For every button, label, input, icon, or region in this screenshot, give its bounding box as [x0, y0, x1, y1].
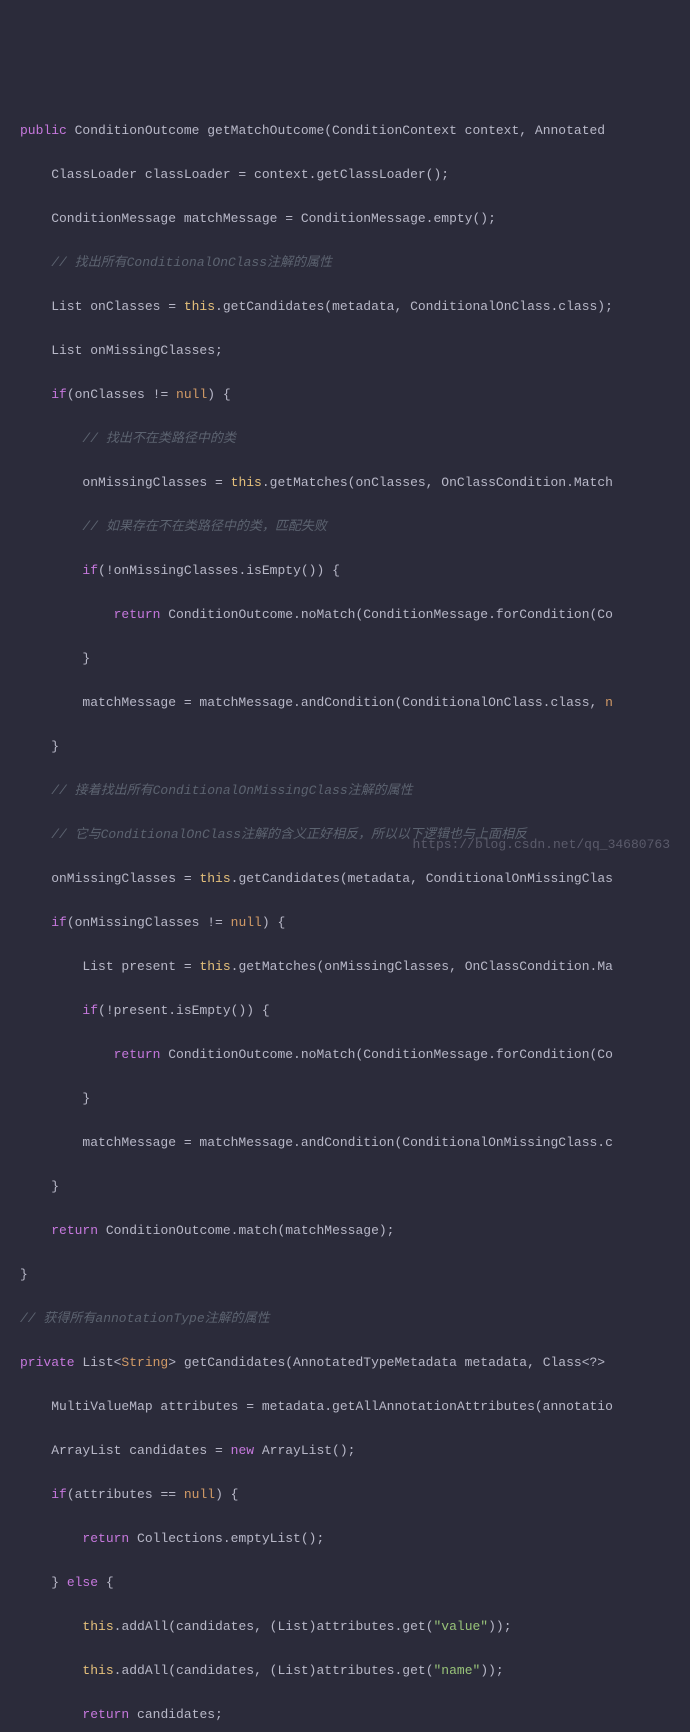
keyword-if: if — [82, 563, 98, 578]
code-line: ClassLoader classLoader = context.getCla… — [20, 164, 690, 186]
code-line: } — [20, 1176, 690, 1198]
keyword-this: this — [184, 299, 215, 314]
code-comment: // 接着找出所有ConditionalOnMissingClass注解的属性 — [20, 780, 690, 802]
code-line: private List<String> getCandidates(Annot… — [20, 1352, 690, 1374]
code-line: return ConditionOutcome.noMatch(Conditio… — [20, 604, 690, 626]
code-line: return ConditionOutcome.match(matchMessa… — [20, 1220, 690, 1242]
code-comment: // 找出不在类路径中的类 — [20, 428, 690, 450]
keyword-return: return — [114, 1047, 161, 1062]
code-comment: // 如果存在不在类路径中的类，匹配失败 — [20, 516, 690, 538]
code-line: if(onClasses != null) { — [20, 384, 690, 406]
keyword-return: return — [114, 607, 161, 622]
code-line: if(!present.isEmpty()) { — [20, 1000, 690, 1022]
code-line: } — [20, 1264, 690, 1286]
keyword-private: private — [20, 1355, 75, 1370]
code-line: ArrayList candidates = new ArrayList(); — [20, 1440, 690, 1462]
code-line: matchMessage = matchMessage.andCondition… — [20, 692, 690, 714]
code-line: public ConditionOutcome getMatchOutcome(… — [20, 120, 690, 142]
code-line: return Collections.emptyList(); — [20, 1528, 690, 1550]
code-line: onMissingClasses = this.getMatches(onCla… — [20, 472, 690, 494]
code-line: onMissingClasses = this.getCandidates(me… — [20, 868, 690, 890]
code-line: List present = this.getMatches(onMissing… — [20, 956, 690, 978]
code-line: if(onMissingClasses != null) { — [20, 912, 690, 934]
keyword-return: return — [51, 1223, 98, 1238]
string-literal: "value" — [434, 1619, 489, 1634]
keyword-if: if — [51, 1487, 67, 1502]
code-line: return candidates; — [20, 1704, 690, 1726]
code-line: List onClasses = this.getCandidates(meta… — [20, 296, 690, 318]
code-line: List onMissingClasses; — [20, 340, 690, 362]
keyword-this: this — [231, 475, 262, 490]
code-line: return ConditionOutcome.noMatch(Conditio… — [20, 1044, 690, 1066]
watermark-text: https://blog.csdn.net/qq_34680763 — [413, 834, 670, 856]
keyword-public: public — [20, 123, 67, 138]
code-line: matchMessage = matchMessage.andCondition… — [20, 1132, 690, 1154]
keyword-this: this — [82, 1619, 113, 1634]
keyword-this: this — [199, 871, 230, 886]
keyword-if: if — [51, 915, 67, 930]
type-string: String — [121, 1355, 168, 1370]
code-line: } — [20, 648, 690, 670]
code-line: MultiValueMap attributes = metadata.getA… — [20, 1396, 690, 1418]
code-line: } — [20, 736, 690, 758]
code-line: if(attributes == null) { — [20, 1484, 690, 1506]
keyword-if: if — [51, 387, 67, 402]
keyword-else: else — [67, 1575, 98, 1590]
keyword-return: return — [82, 1707, 129, 1722]
code-comment: // 获得所有annotationType注解的属性 — [20, 1308, 690, 1330]
keyword-null: null — [176, 387, 207, 402]
code-line: ConditionMessage matchMessage = Conditio… — [20, 208, 690, 230]
code-line: } else { — [20, 1572, 690, 1594]
code-block: public ConditionOutcome getMatchOutcome(… — [20, 98, 690, 1732]
code-line: if(!onMissingClasses.isEmpty()) { — [20, 560, 690, 582]
keyword-new: new — [231, 1443, 254, 1458]
keyword-null: null — [231, 915, 262, 930]
keyword-if: if — [82, 1003, 98, 1018]
code-line: } — [20, 1088, 690, 1110]
string-literal: "name" — [434, 1663, 481, 1678]
code-comment: // 找出所有ConditionalOnClass注解的属性 — [20, 252, 690, 274]
code-line: this.addAll(candidates, (List)attributes… — [20, 1660, 690, 1682]
keyword-return: return — [82, 1531, 129, 1546]
code-line: this.addAll(candidates, (List)attributes… — [20, 1616, 690, 1638]
keyword-null: null — [184, 1487, 215, 1502]
keyword-this: this — [82, 1663, 113, 1678]
keyword-this: this — [199, 959, 230, 974]
